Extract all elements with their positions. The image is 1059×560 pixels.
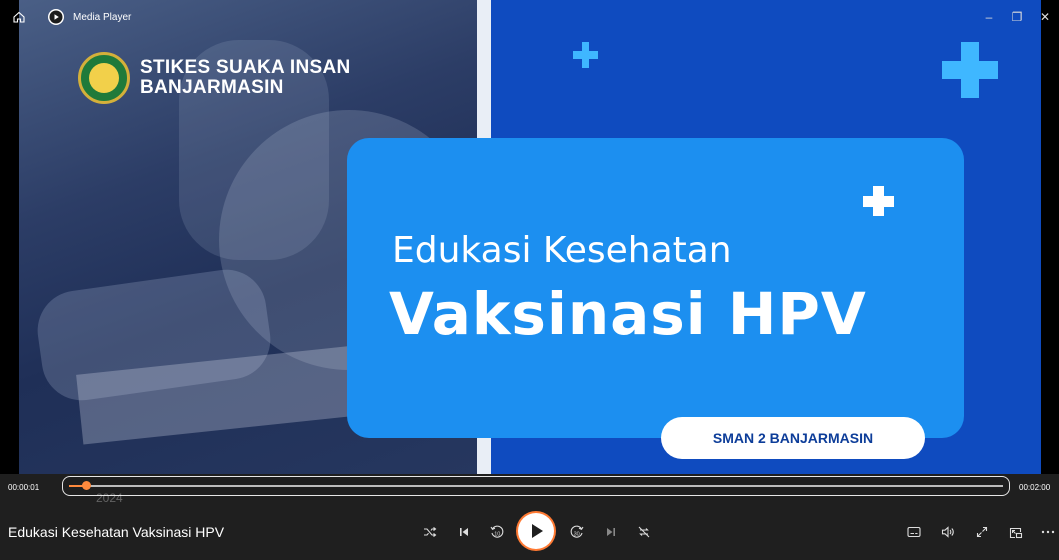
rewind-10-icon[interactable]: 10 [485, 520, 509, 544]
mini-player-icon[interactable] [1004, 520, 1028, 544]
volume-icon[interactable] [936, 520, 960, 544]
transport-bar: 00:00:01 2024 00:02:00 Edukasi Kesehatan… [0, 474, 1059, 560]
repeat-off-icon[interactable] [632, 520, 656, 544]
minimize-button[interactable]: – [975, 0, 1003, 34]
forward-30-icon[interactable]: 30 [565, 520, 589, 544]
home-icon[interactable] [6, 4, 32, 30]
fullscreen-icon[interactable] [970, 520, 994, 544]
letterbox-left [0, 0, 19, 474]
window-controls: – ❐ ✕ [975, 0, 1059, 34]
total-time: 00:02:00 [1019, 483, 1051, 492]
media-title: Edukasi Kesehatan Vaksinasi HPV [8, 524, 225, 540]
card-subtitle: Edukasi Kesehatan [392, 230, 732, 271]
brand-line1: STIKES SUAKA INSAN [140, 57, 351, 78]
seek-bar[interactable] [62, 476, 1010, 496]
brand-line2: BANJARMASIN [140, 77, 284, 98]
current-time: 00:00:01 [8, 483, 40, 492]
brand: STIKES SUAKA INSAN BANJARMASIN [78, 52, 351, 104]
shuffle-icon[interactable] [418, 520, 442, 544]
letterbox-right [1041, 0, 1059, 474]
restore-button[interactable]: ❐ [1003, 0, 1031, 34]
subtitles-icon[interactable] [902, 520, 926, 544]
school-pill: SMAN 2 BANJARMASIN [661, 417, 925, 459]
ghost-year-text: 2024 [96, 491, 123, 505]
title-card: Edukasi Kesehatan Vaksinasi HPV [347, 138, 964, 438]
app-title: Media Player [73, 11, 132, 23]
title-bar: Media Player – ❐ ✕ [0, 0, 1059, 34]
seek-track [79, 485, 1003, 487]
skip-previous-icon[interactable] [452, 520, 476, 544]
play-icon [532, 524, 543, 538]
seek-thumb[interactable] [82, 481, 92, 490]
play-button[interactable] [518, 513, 554, 549]
media-player-icon [48, 9, 64, 25]
svg-text:10: 10 [494, 532, 500, 538]
video-frame[interactable]: STIKES SUAKA INSAN BANJARMASIN Edukasi K… [0, 0, 1059, 474]
close-button[interactable]: ✕ [1031, 0, 1059, 34]
card-title: Vaksinasi HPV [389, 280, 867, 348]
institution-logo [78, 52, 130, 104]
svg-text:30: 30 [574, 532, 580, 538]
skip-next-icon[interactable] [599, 520, 623, 544]
more-icon[interactable] [1036, 520, 1059, 544]
